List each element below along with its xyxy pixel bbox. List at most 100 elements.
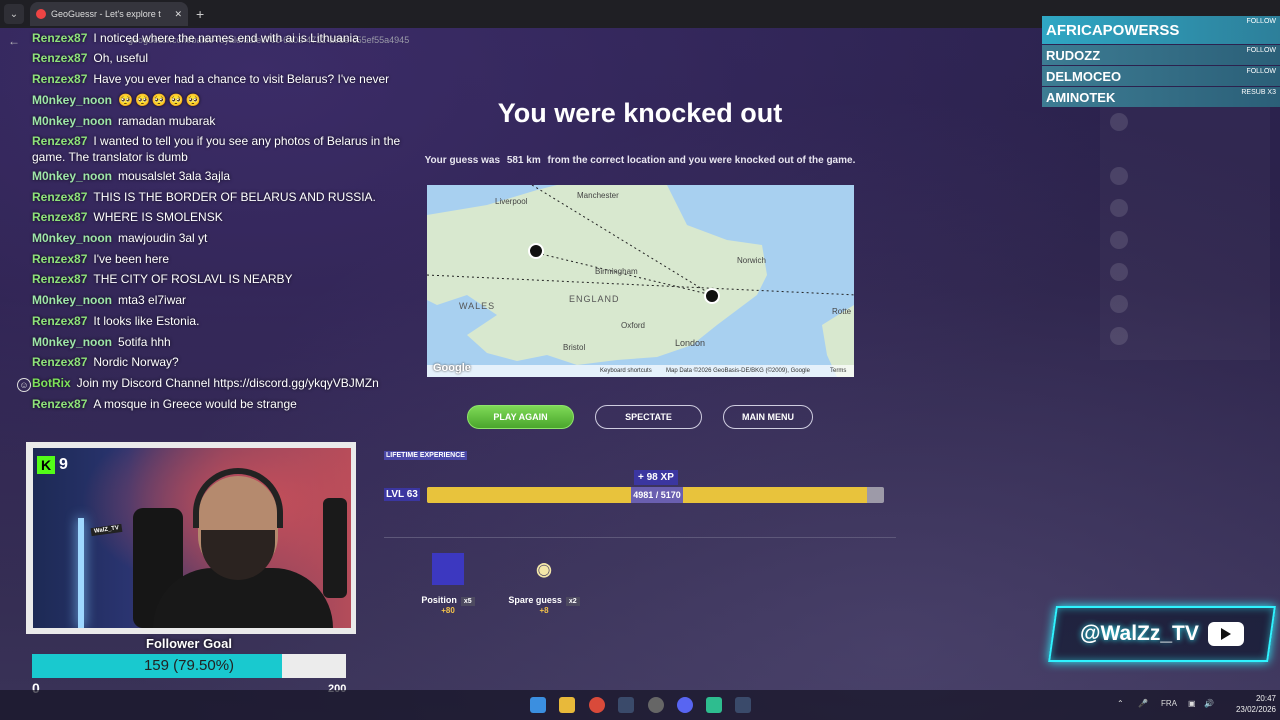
windows-taskbar (0, 690, 1280, 720)
leaderboard-row (1110, 198, 1260, 218)
bonus-label: Position (421, 595, 457, 605)
bonus-points: +80 (441, 606, 455, 615)
microphone-tray-icon[interactable]: 🎤 (1138, 699, 1148, 708)
map-label-norwich: Norwich (737, 256, 766, 265)
chat-text: I wanted to tell you if you see any phot… (32, 134, 401, 164)
app-icon[interactable] (706, 697, 722, 713)
recent-follows-overlay: AFRICAPOWERSS FOLLOW RUDOZZ FOLLOW DELMOCE… (1042, 16, 1280, 108)
level-badge: LVL 63 (384, 488, 420, 501)
chat-username: Renzex87 (32, 355, 88, 369)
steam-icon[interactable] (618, 697, 634, 713)
windows-start-icon[interactable] (530, 697, 546, 713)
follow-row: DELMOCEO FOLLOW (1042, 66, 1280, 86)
result-subline: Your guess was 581 km from the correct l… (400, 155, 880, 166)
language-indicator[interactable]: FRA (1161, 699, 1177, 708)
browser-tab[interactable]: GeoGuessr - Let's explore t ✕ (30, 2, 188, 26)
channel-handle: @WalZz_TV (1079, 622, 1199, 645)
follower-name: DELMOCEO (1046, 68, 1122, 84)
leaderboard-row (1110, 230, 1260, 250)
avatar (1110, 113, 1128, 131)
follow-row: RUDOZZ FOLLOW (1042, 45, 1280, 65)
chat-text: Nordic Norway? (93, 355, 179, 369)
leaderboard-row (1110, 262, 1260, 282)
chat-username: M0nkey_noon (32, 93, 113, 107)
chat-username: Renzex87 (32, 31, 88, 45)
back-arrow-icon[interactable]: ← (8, 34, 20, 48)
follow-tag: FOLLOW (1246, 68, 1276, 75)
chat-text: ramadan mubarak (118, 114, 216, 128)
file-explorer-icon[interactable] (559, 697, 575, 713)
chat-text: THE CITY OF ROSLAVL IS NEARBY (93, 272, 293, 286)
keyboard-shortcuts-link[interactable]: Keyboard shortcuts (600, 368, 652, 374)
follower-name: AFRICAPOWERSS (1046, 21, 1180, 39)
guess-pin-icon (528, 243, 544, 259)
tab-search-button[interactable]: ⌄ (4, 4, 24, 24)
main-menu-button[interactable]: MAIN MENU (723, 405, 813, 429)
volume-icon[interactable]: 🔊 (1204, 699, 1214, 708)
map-label-bristol: Bristol (563, 343, 586, 352)
map-footer: Keyboard shortcuts Map Data ©2026 GeoBas… (427, 365, 854, 377)
avatar (1110, 199, 1128, 217)
youtube-icon (1208, 622, 1245, 646)
chat-text: 5otifa hhh (118, 335, 171, 349)
terms-link[interactable]: Terms (830, 368, 846, 374)
location-pin-icon (704, 288, 720, 304)
bonus-multiplier: x5 (460, 597, 475, 606)
webcam-feed: K 9 WalZ_TV (33, 448, 351, 628)
close-tab-icon[interactable]: ✕ (174, 9, 182, 20)
map-label-oxford: Oxford (621, 321, 646, 330)
avatar (1110, 263, 1128, 281)
chat-username: BotRix (32, 376, 71, 390)
smiley-icon: ☺ (17, 378, 31, 392)
network-icon[interactable]: ▣ (1188, 699, 1196, 708)
chat-message: M0nkey_noon 5otifa hhh (32, 334, 402, 350)
chat-username: Renzex87 (32, 72, 88, 86)
chat-text: mta3 el7iwar (118, 293, 187, 307)
steam-icon-2[interactable] (735, 697, 751, 713)
subline-suffix: from the correct location and you were k… (547, 155, 856, 166)
result-map[interactable]: Manchester Liverpool Birmingham Norwich … (427, 185, 854, 377)
lifetime-experience-title: LIFETIME EXPERIENCE (384, 451, 467, 460)
spectate-button[interactable]: SPECTATE (595, 405, 702, 429)
chat-message: Renzex87 I wanted to tell you if you see … (32, 133, 402, 165)
chat-text: Oh, useful (93, 51, 149, 65)
google-logo: Google (433, 362, 471, 374)
map-data-credit: Map Data ©2026 GeoBasis-DE/BKG (©2009), … (666, 368, 810, 374)
new-tab-button[interactable]: + (196, 6, 204, 22)
chat-username: Renzex87 (32, 397, 88, 411)
microphone (323, 498, 347, 598)
chat-username: Renzex87 (32, 314, 88, 328)
bonus-multiplier: x2 (565, 597, 580, 606)
map-label-london: London (675, 338, 706, 348)
chrome-icon[interactable] (589, 697, 605, 713)
chat-message: Renzex87 THE CITY OF ROSLAVL IS NEARBY (32, 271, 402, 287)
chat-text: mousalslet 3ala 3ajla (118, 169, 231, 183)
spare-guess-icon: ◉ (536, 558, 552, 579)
bonus-label: Spare guess (508, 595, 562, 605)
map-label-manchester: Manchester (577, 191, 619, 200)
leaderboard-row (1110, 326, 1260, 346)
discord-icon[interactable] (677, 697, 693, 713)
follower-goal-title: Follower Goal (146, 636, 232, 651)
follower-name: RUDOZZ (1046, 47, 1101, 63)
chat-message: Renzex87 It looks like Estonia. (32, 313, 402, 329)
bonus-position: Position x5 +80 (408, 553, 488, 615)
headset-icon (193, 468, 283, 528)
play-again-button[interactable]: PLAY AGAIN (467, 405, 574, 429)
chat-message: M0nkey_noon ramadan mubarak (32, 113, 402, 129)
chat-text: I noticed where the names end with ai is… (93, 31, 359, 45)
map-label-england: ENGLAND (569, 294, 620, 304)
chat-message: Renzex87 I noticed where the names end wi… (32, 30, 402, 46)
leaderboard-row (1110, 112, 1260, 132)
settings-gear-icon[interactable] (648, 697, 664, 713)
kick-logo-icon: K (37, 456, 55, 474)
bonus-points: +8 (539, 606, 549, 615)
taskbar-clock[interactable]: 20:47 23/02/2026 (1226, 693, 1276, 715)
chat-message: M0nkey_noon mawjoudin 3al yt (32, 230, 402, 246)
map-label-birmingham: Birmingham (595, 267, 638, 276)
map-label-liverpool: Liverpool (495, 197, 528, 206)
chat-username: Renzex87 (32, 272, 88, 286)
channel-brand-badge: @WalZz_TV (1048, 606, 1276, 662)
chair-tag: WalZ_TV (90, 523, 123, 537)
tray-chevron-icon[interactable]: ⌃ (1117, 699, 1124, 708)
